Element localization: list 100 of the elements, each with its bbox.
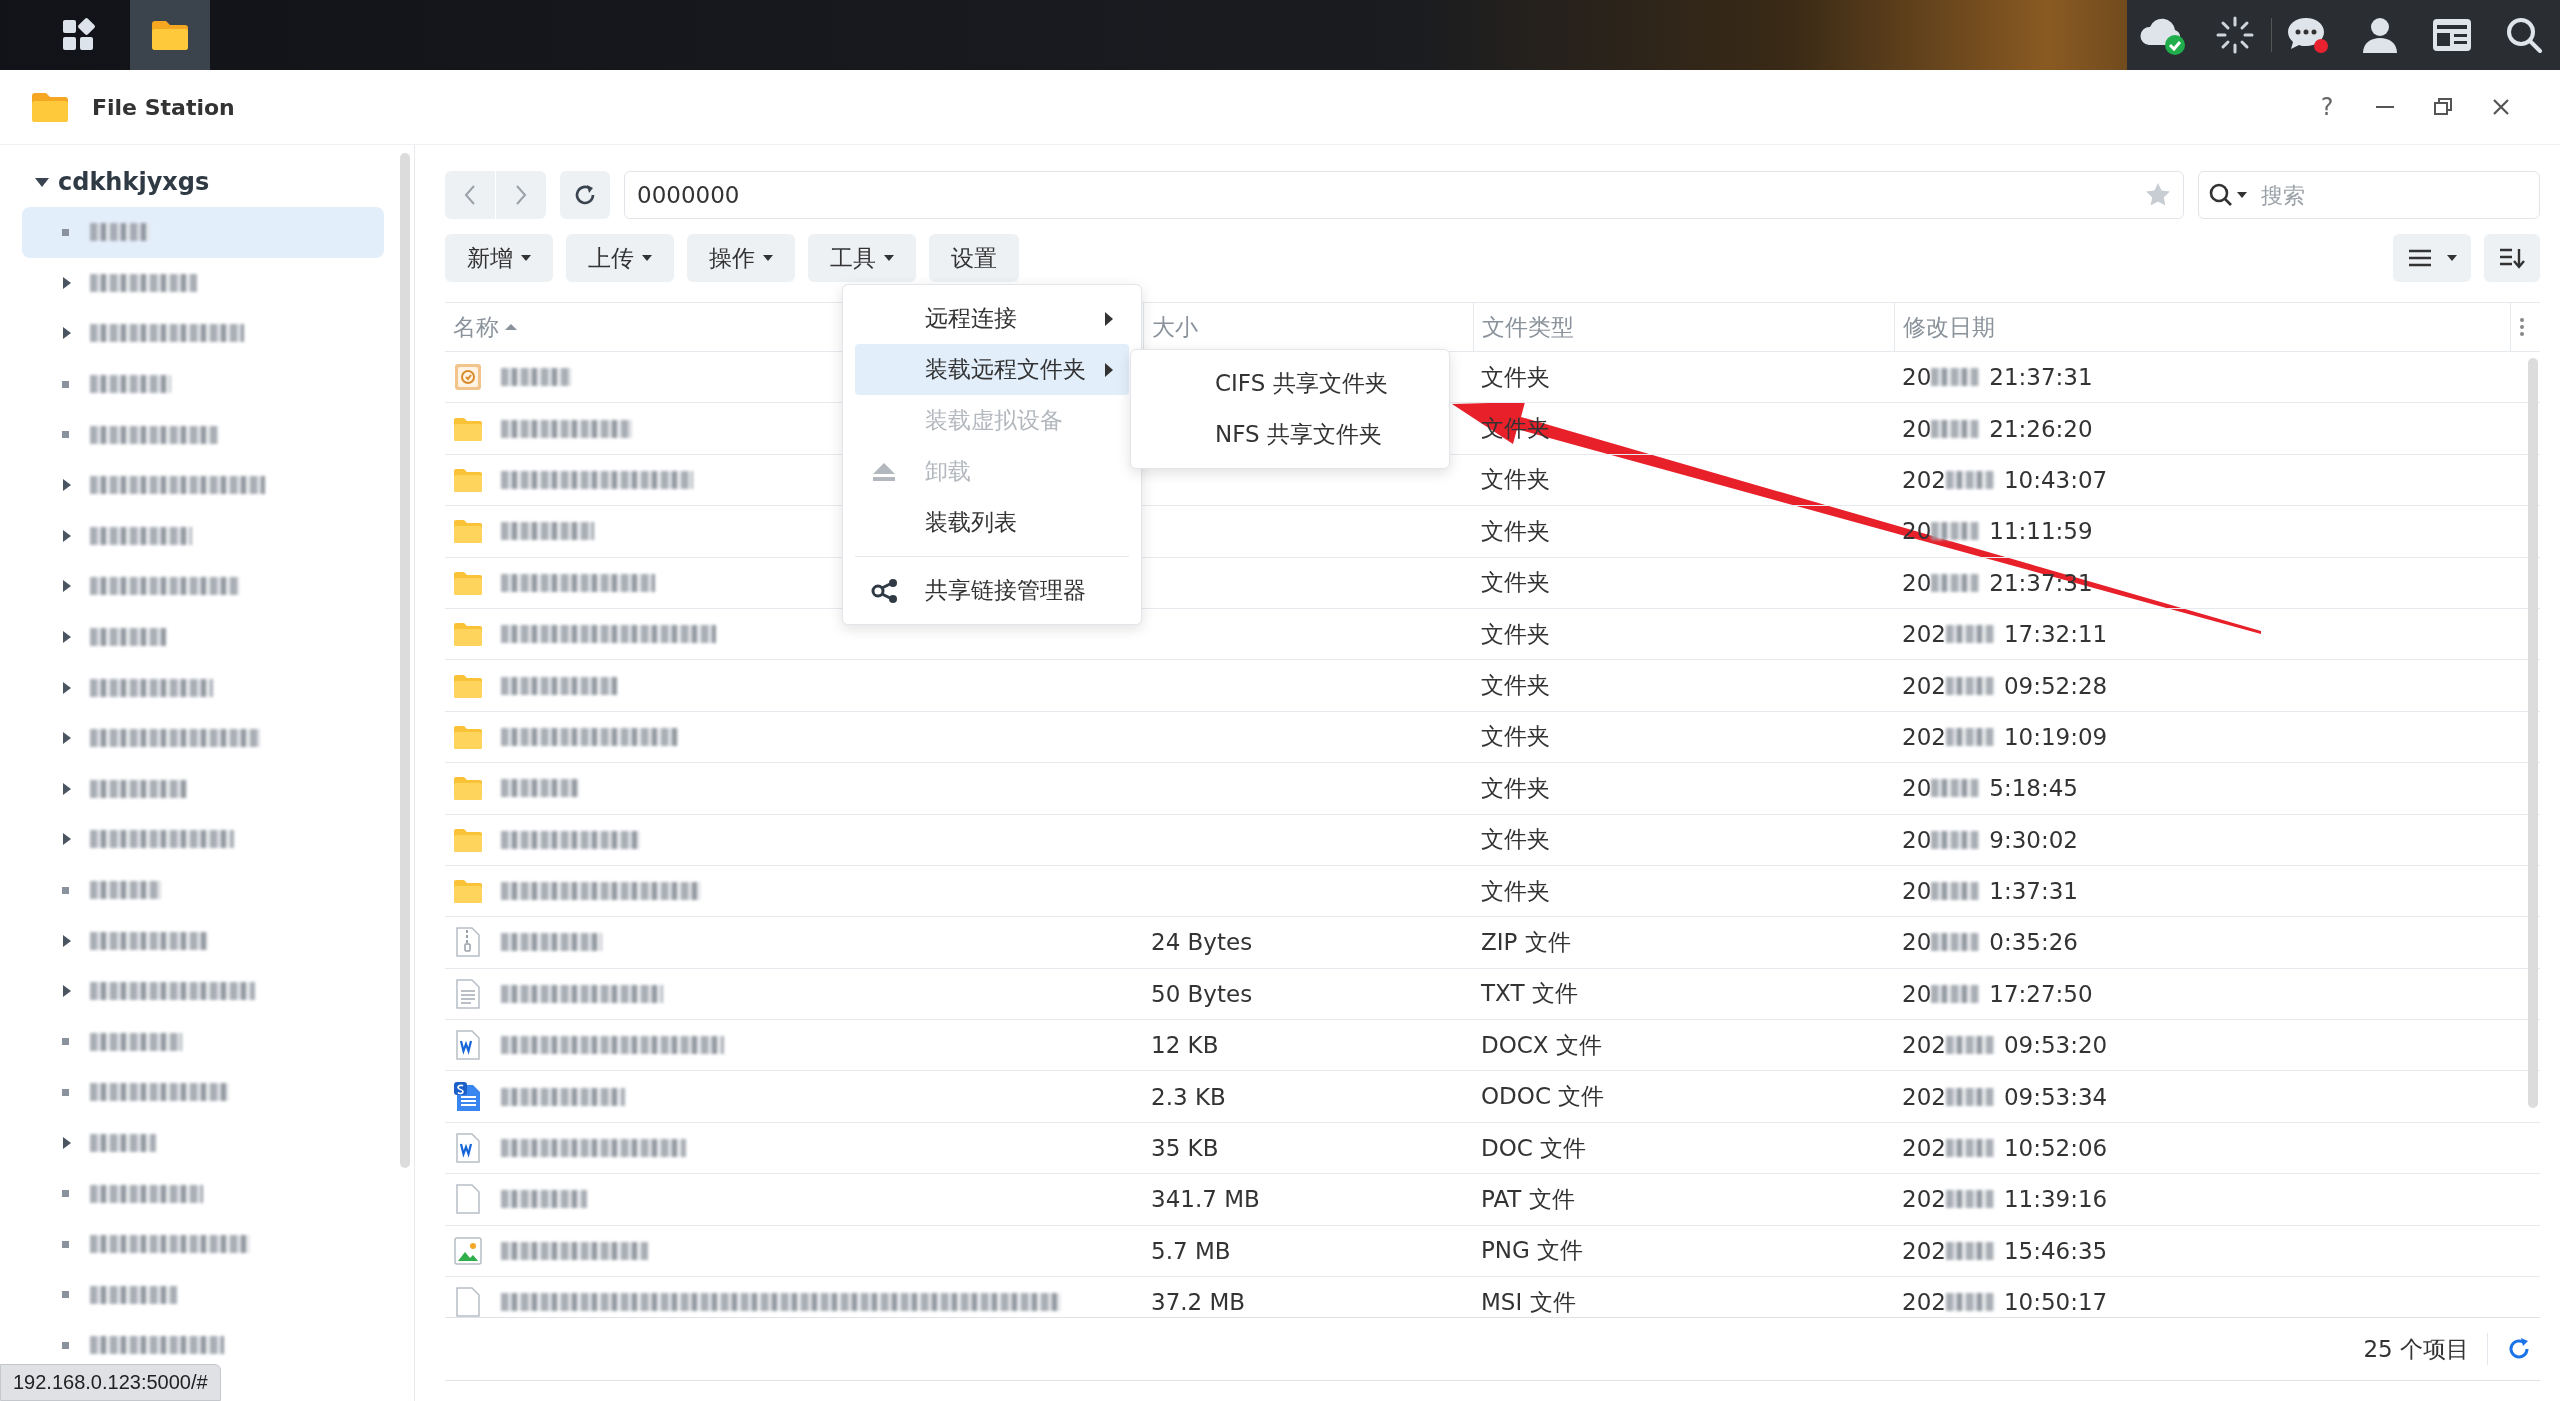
caret-icon[interactable] [62, 630, 72, 645]
table-cell: 9:30:02 [1989, 826, 2078, 853]
table-cell-text: 文件夹 [1481, 568, 1550, 598]
help-button[interactable]: ? [2298, 85, 2356, 129]
table-cell: 20 [1902, 775, 1932, 802]
caret-icon [884, 254, 894, 262]
word-document-icon [453, 1029, 483, 1062]
toolbar-button[interactable]: 工具 [808, 234, 916, 282]
table-cell: 20 [1902, 415, 1932, 442]
caret-icon [763, 254, 773, 262]
caret-icon[interactable] [62, 579, 72, 594]
caret-icon[interactable] [34, 176, 50, 188]
table-cell: 21:37:31 [1989, 364, 2093, 391]
star-icon[interactable] [2145, 182, 2171, 208]
caret-icon[interactable] [62, 933, 72, 948]
document-icon [453, 1080, 483, 1113]
file-station-button[interactable] [130, 0, 210, 70]
view-mode-button[interactable] [2393, 234, 2471, 282]
blurred-text [1945, 1036, 1994, 1055]
caret-icon[interactable] [62, 275, 72, 290]
toolbar-button[interactable]: 操作 [687, 234, 795, 282]
table-cell: 202 [1902, 466, 1946, 493]
scrollbar[interactable] [400, 153, 410, 1168]
table-cell: 202 [1902, 1032, 1946, 1059]
table-cell: 20 [1902, 569, 1932, 596]
path-field[interactable]: 0000000 [624, 171, 2184, 219]
blurred-text [1945, 1190, 1994, 1209]
toolbar-button[interactable]: 设置 [929, 234, 1019, 282]
caret-icon[interactable] [62, 326, 72, 341]
table-cell: 24 Bytes [1151, 929, 1253, 956]
submenu-arrow-icon [1105, 311, 1113, 326]
table-cell-text: DOC 文件 [1481, 1133, 1587, 1163]
table-cell-text: TXT 文件 [1481, 979, 1578, 1009]
search-icon[interactable] [2504, 15, 2544, 55]
folder-icon [150, 18, 190, 52]
folder-icon [453, 415, 483, 442]
table-cell: 202 [1902, 1135, 1946, 1162]
file-icon [453, 1183, 483, 1216]
back-button[interactable] [445, 171, 495, 219]
scrollbar[interactable] [2528, 358, 2538, 1108]
menu-item[interactable]: 装载远程文件夹 [855, 344, 1129, 395]
table-cell: 09:53:34 [2003, 1083, 2108, 1110]
caret-icon[interactable] [62, 478, 72, 493]
tree-root[interactable]: cdkhkjyxgs [22, 157, 392, 207]
search-icon[interactable] [2208, 182, 2250, 208]
table-cell-text: 文件夹 [1481, 362, 1550, 392]
table-cell: 21:26:20 [1989, 415, 2093, 442]
table-cell-text: PAT 文件 [1481, 1184, 1575, 1214]
table-cell: 11:39:16 [2003, 1186, 2108, 1213]
blurred-text [1945, 1293, 1994, 1312]
forward-icon [514, 184, 528, 206]
table-cell: 09:53:20 [2003, 1032, 2108, 1059]
widgets-icon[interactable] [2431, 16, 2473, 54]
blurred-text [90, 1134, 156, 1152]
table-cell: 20 [1902, 929, 1932, 956]
forward-button[interactable] [496, 171, 546, 219]
folder-icon [453, 621, 483, 648]
text-file-icon [453, 977, 483, 1010]
sort-button[interactable] [2484, 234, 2540, 282]
menu-item[interactable]: 共享链接管理器 [855, 565, 1129, 616]
minimize-icon [2376, 106, 2394, 108]
table-cell: 202 [1902, 672, 1946, 699]
table-cell: 20 [1902, 826, 1932, 853]
table-cell: 10:43:07 [2003, 466, 2108, 493]
table-cell: 15:46:35 [2003, 1237, 2108, 1264]
list-icon [2407, 247, 2433, 269]
refresh-button[interactable] [560, 171, 610, 219]
caret-icon[interactable] [62, 528, 72, 543]
tree-item[interactable] [22, 207, 384, 258]
caret-icon[interactable] [62, 1136, 72, 1150]
caret-icon[interactable] [62, 781, 72, 796]
caret-icon[interactable] [62, 832, 72, 847]
menu-item[interactable]: 远程连接 [855, 293, 1129, 344]
search-field[interactable]: 搜索 [2198, 171, 2540, 219]
user-icon[interactable] [2360, 15, 2400, 55]
table-cell-text: 文件夹 [1481, 671, 1550, 701]
table-cell: 20 [1902, 364, 1932, 391]
table-cell: 09:52:28 [2003, 672, 2108, 699]
table-cell: 1:37:31 [1989, 878, 2078, 905]
toolbar-button[interactable]: 上传 [566, 234, 674, 282]
menu-item[interactable]: 装载列表 [855, 497, 1129, 548]
menu-item[interactable]: CIFS 共享文件夹 [1131, 358, 1449, 409]
blurred-text [501, 368, 571, 387]
blurred-text [1945, 1139, 1994, 1158]
spinner-icon[interactable] [2215, 15, 2255, 55]
table-cell: 50 Bytes [1151, 980, 1253, 1007]
toolbar-button[interactable]: 新增 [445, 234, 553, 282]
blurred-text [1931, 522, 1980, 541]
caret-icon[interactable] [62, 731, 72, 746]
blurred-text [1945, 1241, 1994, 1260]
menu-item[interactable]: NFS 共享文件夹 [1131, 409, 1449, 460]
table-cell: 202 [1902, 723, 1946, 750]
caret-icon[interactable] [62, 984, 72, 999]
table-cell-text: 文件夹 [1481, 516, 1550, 546]
caret-icon[interactable] [62, 680, 72, 695]
blurred-text [1945, 470, 1994, 489]
table-cell: 17:27:50 [1989, 980, 2093, 1007]
url-tooltip: 192.168.0.123:5000/# [0, 1364, 221, 1401]
table-cell: 202 [1902, 1186, 1946, 1213]
table-cell: 37.2 MB [1151, 1289, 1246, 1316]
